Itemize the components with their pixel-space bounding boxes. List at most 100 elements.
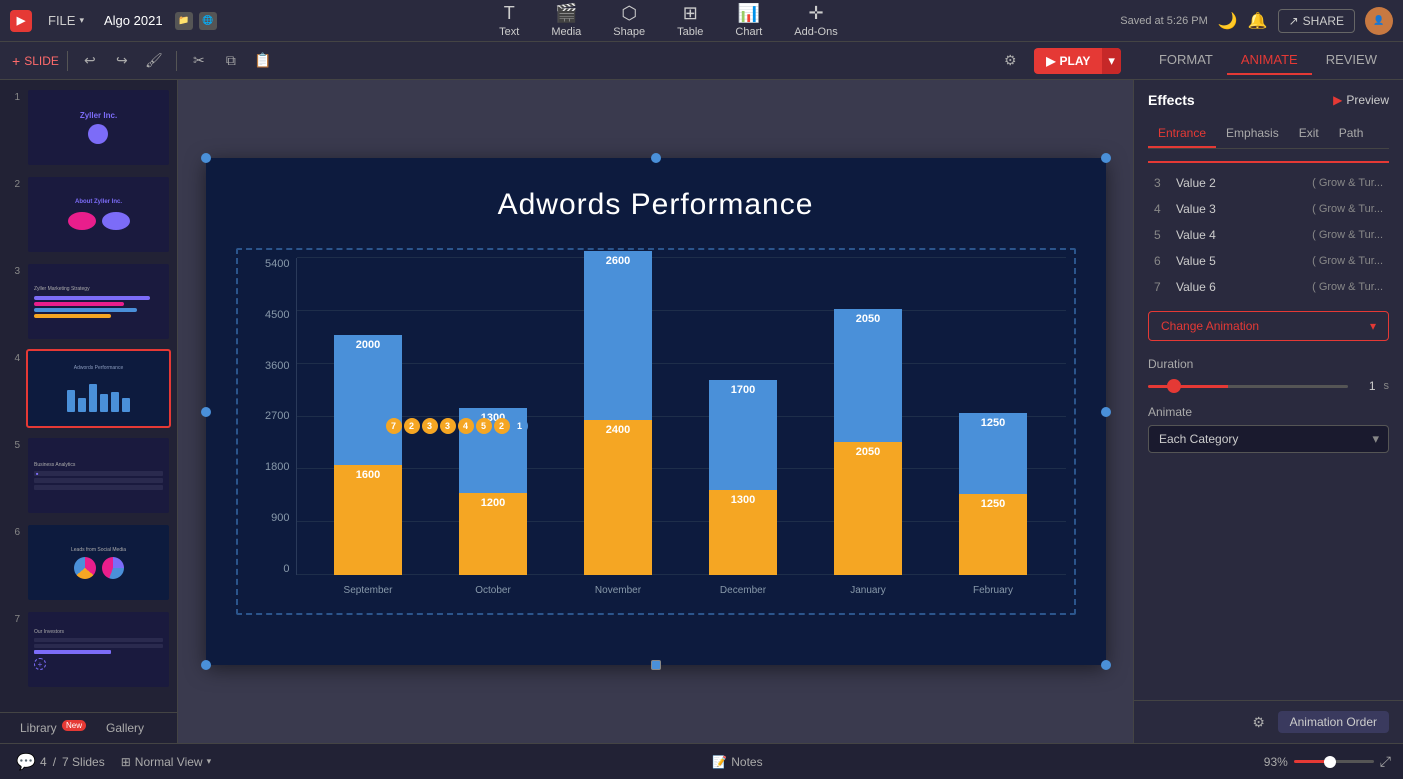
- format-painter-button[interactable]: 🖌: [140, 47, 168, 75]
- second-bar: + SLIDE ↩ ↪ 🖌 ✂ ⧉ 📋 ⚙ ▶ PLAY ▾ FORMAT AN…: [0, 42, 1403, 80]
- bottom-bar: 💬 4 / 7 Slides ⊞ Normal View ▾ 📝 Notes 9…: [0, 743, 1403, 779]
- folder-icon[interactable]: 📁: [175, 12, 193, 30]
- handle-tl[interactable]: [201, 153, 211, 163]
- page-separator: /: [53, 755, 56, 769]
- expand-icon[interactable]: ⤢: [1380, 753, 1391, 770]
- handle-mr[interactable]: [1101, 407, 1111, 417]
- zoom-slider[interactable]: [1294, 760, 1374, 763]
- tab-path[interactable]: Path: [1329, 120, 1374, 148]
- handle-br[interactable]: [1101, 660, 1111, 670]
- moon-icon[interactable]: 🌙: [1218, 11, 1238, 31]
- effect-num-5: 5: [1154, 228, 1168, 242]
- media-icon: 🎬: [555, 3, 577, 24]
- slide-thumb-2[interactable]: 2 About Zyller Inc.: [6, 175, 171, 254]
- slide-preview-1[interactable]: Zyller Inc.: [26, 88, 171, 167]
- slide-thumb-4[interactable]: 4 Adwords Performance: [6, 349, 171, 428]
- y-label-4500: 4500: [265, 309, 289, 321]
- slide-preview-3[interactable]: Zyller Marketing Strategy: [26, 262, 171, 341]
- preview-button[interactable]: ▶ Preview: [1333, 93, 1389, 107]
- slide-preview-4[interactable]: Adwords Performance: [26, 349, 171, 428]
- animate-select[interactable]: Each Category All At Once By Series: [1148, 425, 1389, 453]
- bar-bottom-january: 2050: [834, 442, 902, 575]
- slide-thumb-5[interactable]: 5 Business Analytics ■: [6, 436, 171, 515]
- add-slide-button-panel[interactable]: [6, 697, 171, 705]
- change-animation-button[interactable]: Change Animation ▾: [1148, 311, 1389, 341]
- effect-num-4: 4: [1154, 202, 1168, 216]
- duration-section: Duration 1 s: [1148, 357, 1389, 393]
- shape-label: Shape: [613, 26, 645, 38]
- handle-bl[interactable]: [201, 660, 211, 670]
- tab-animate[interactable]: ANIMATE: [1227, 46, 1312, 75]
- change-animation-label: Change Animation: [1161, 319, 1259, 333]
- chat-icon[interactable]: 💬: [12, 748, 40, 776]
- file-menu[interactable]: FILE ▾: [40, 9, 92, 32]
- effect-item-7[interactable]: 7 Value 6 ( Grow & Tur...: [1148, 275, 1389, 299]
- new-badge: New: [62, 720, 86, 731]
- paste-button[interactable]: 📋: [249, 47, 277, 75]
- settings-cog-icon[interactable]: ⚙: [1250, 713, 1268, 731]
- toolbar-chart[interactable]: 📊 Chart: [729, 0, 768, 42]
- tab-review[interactable]: REVIEW: [1312, 46, 1391, 75]
- notification-icon[interactable]: 🔔: [1248, 11, 1268, 31]
- tab-exit[interactable]: Exit: [1289, 120, 1329, 148]
- slide-preview-7[interactable]: Our Investors +: [26, 610, 171, 689]
- slide-num-3: 3: [6, 262, 20, 277]
- animation-order-button[interactable]: Animation Order: [1278, 711, 1389, 733]
- slide-preview-6[interactable]: Leads from Social Media: [26, 523, 171, 602]
- effects-section: Effects ▶ Preview Entrance Emphasis Exit…: [1134, 80, 1403, 475]
- view-selector[interactable]: ⊞ Normal View ▾: [121, 755, 211, 769]
- bar-group-september: 2000 1600: [323, 335, 413, 575]
- tab-emphasis[interactable]: Emphasis: [1216, 120, 1289, 148]
- toolbar-media[interactable]: 🎬 Media: [545, 0, 587, 42]
- x-axis-labels: September October November December Janu…: [296, 575, 1066, 605]
- slide-preview-5[interactable]: Business Analytics ■: [26, 436, 171, 515]
- slide-thumb-7[interactable]: 7 Our Investors +: [6, 610, 171, 689]
- toolbar-table[interactable]: ⊞ Table: [671, 0, 709, 42]
- toolbar-text[interactable]: T Text: [493, 0, 525, 42]
- effect-item-4[interactable]: 4 Value 3 ( Grow & Tur...: [1148, 197, 1389, 221]
- effect-list: 3 Value 2 ( Grow & Tur... 4 Value 3 ( Gr…: [1148, 171, 1389, 299]
- library-tab[interactable]: Library New: [10, 717, 96, 739]
- toolbar: T Text 🎬 Media ⬡ Shape ⊞ Table 📊 Chart ✛: [217, 0, 1121, 42]
- toolbar-shape[interactable]: ⬡ Shape: [607, 0, 651, 42]
- y-label-0: 0: [283, 563, 289, 575]
- handle-tc[interactable]: [651, 153, 661, 163]
- effect-item-3[interactable]: 3 Value 2 ( Grow & Tur...: [1148, 171, 1389, 195]
- page-num: 4: [40, 755, 47, 769]
- slide-thumb-6[interactable]: 6 Leads from Social Media: [6, 523, 171, 602]
- slide-thumb-1[interactable]: 1 Zyller Inc.: [6, 88, 171, 167]
- bar-stack-september: 2000 1600: [334, 335, 402, 575]
- handle-tr[interactable]: [1101, 153, 1111, 163]
- zoom-area: 93% ⤢: [1264, 753, 1391, 770]
- notes-button[interactable]: 📝 Notes: [712, 755, 762, 769]
- duration-unit: s: [1384, 380, 1390, 392]
- effect-item-5[interactable]: 5 Value 4 ( Grow & Tur...: [1148, 223, 1389, 247]
- cut-button[interactable]: ✂: [185, 47, 213, 75]
- slide-inner-2: About Zyller Inc.: [28, 177, 169, 252]
- play-button[interactable]: ▶ PLAY: [1034, 49, 1102, 73]
- play-icon: ▶: [1046, 54, 1055, 68]
- slide-preview-2[interactable]: About Zyller Inc.: [26, 175, 171, 254]
- handle-bc[interactable]: [651, 660, 661, 670]
- duration-slider[interactable]: [1148, 385, 1348, 388]
- globe-icon[interactable]: 🌐: [199, 12, 217, 30]
- share-button[interactable]: ↗ SHARE: [1278, 9, 1355, 33]
- tab-format[interactable]: FORMAT: [1145, 46, 1227, 75]
- redo-button[interactable]: ↪: [108, 47, 136, 75]
- doc-icons: 📁 🌐: [175, 12, 217, 30]
- handle-ml[interactable]: [201, 407, 211, 417]
- slide-thumb-3[interactable]: 3 Zyller Marketing Strategy: [6, 262, 171, 341]
- settings-button[interactable]: ⚙: [996, 47, 1024, 75]
- slide-canvas[interactable]: Adwords Performance 5400 4500 3600 2700 …: [206, 158, 1106, 665]
- tab-entrance[interactable]: Entrance: [1148, 120, 1216, 148]
- copy-button[interactable]: ⧉: [217, 47, 245, 75]
- play-dropdown[interactable]: ▾: [1102, 48, 1121, 74]
- gallery-tab[interactable]: Gallery: [96, 717, 154, 739]
- undo-button[interactable]: ↩: [76, 47, 104, 75]
- add-slide-button[interactable]: + SLIDE: [12, 53, 59, 69]
- effect-item-6[interactable]: 6 Value 5 ( Grow & Tur...: [1148, 249, 1389, 273]
- bar-top-september: 2000: [334, 335, 402, 465]
- effect-detail-value2: ( Grow & Tur...: [1312, 177, 1383, 189]
- slide-panel-wrapper: 1 Zyller Inc. 2 About Zyller: [0, 80, 178, 743]
- toolbar-addons[interactable]: ✛ Add-Ons: [788, 0, 843, 42]
